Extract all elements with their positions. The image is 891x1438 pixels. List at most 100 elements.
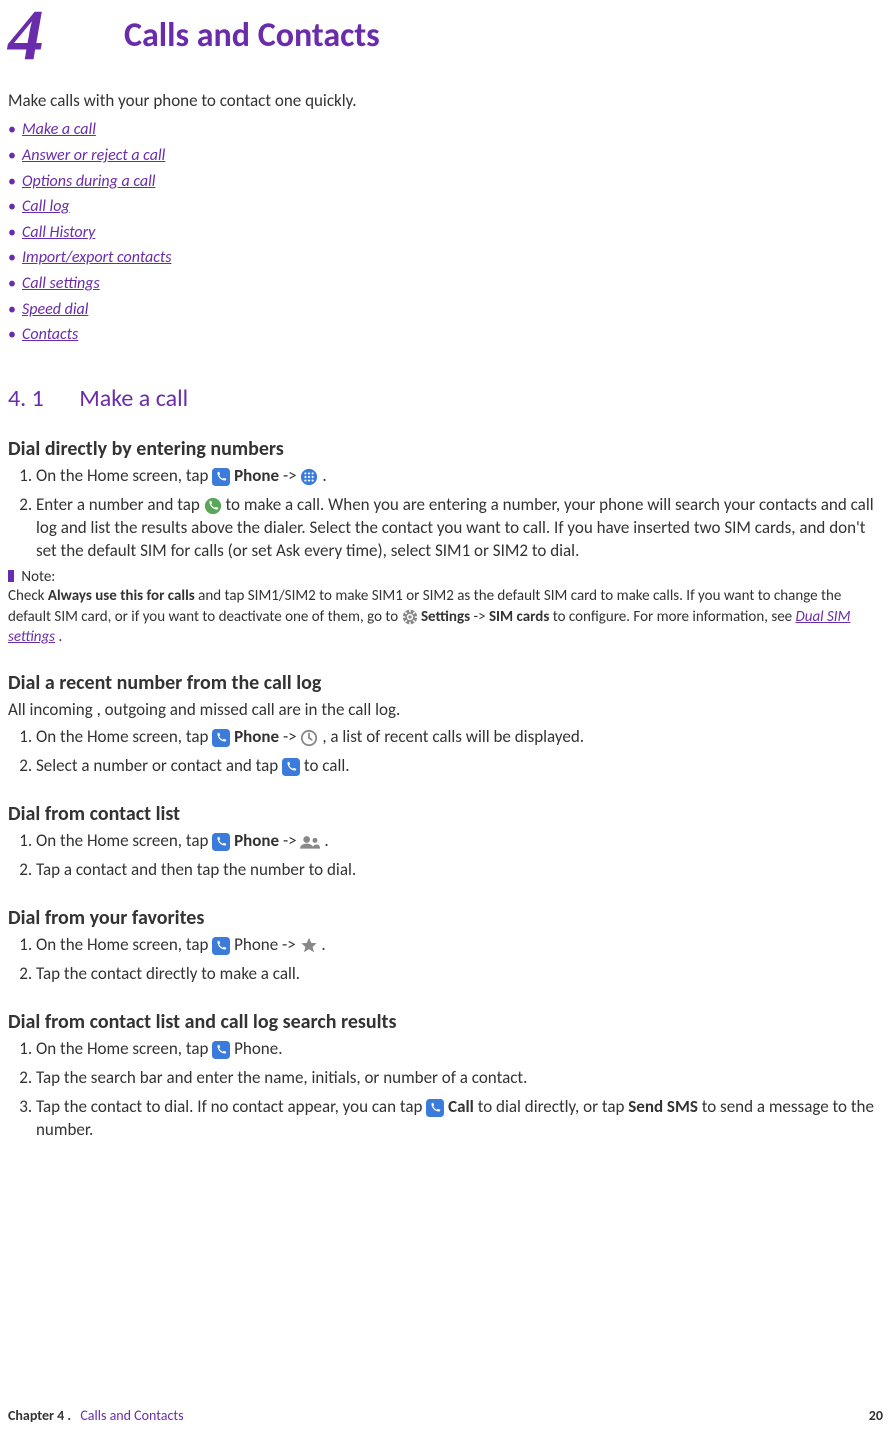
step-text: Enter a number and tap bbox=[36, 494, 204, 515]
steps-list: On the Home screen, tap Phone -> , a lis… bbox=[8, 726, 883, 778]
step-text: to call. bbox=[304, 755, 350, 776]
note-fragment: Check bbox=[8, 587, 48, 605]
sub-heading-contact-list: Dial from contact list bbox=[8, 802, 883, 826]
sub-heading-favorites: Dial from your favorites bbox=[8, 906, 883, 930]
toc-item: Make a call bbox=[8, 117, 883, 143]
toc-link-make-a-call[interactable]: Make a call bbox=[22, 120, 96, 139]
step-item: Tap the contact to dial. If no contact a… bbox=[36, 1096, 883, 1142]
sub-desc: All incoming , outgoing and missed call … bbox=[8, 699, 883, 720]
note-fragment: SIM cards bbox=[489, 608, 549, 626]
note-fragment: to configure. For more information, see bbox=[553, 608, 796, 626]
footer-page-number: 20 bbox=[869, 1407, 883, 1424]
chapter-number: 4 bbox=[8, 10, 44, 60]
toc-item: Speed dial bbox=[8, 297, 883, 323]
step-text: Phone -> bbox=[234, 934, 299, 955]
step-item: Select a number or contact and tap to ca… bbox=[36, 755, 883, 778]
phone-app-icon bbox=[212, 468, 230, 486]
toc-link-import-export[interactable]: Import/export contacts bbox=[22, 248, 171, 267]
step-item: On the Home screen, tap Phone -> . bbox=[36, 465, 883, 488]
contacts-people-icon bbox=[300, 835, 320, 849]
toc-item: Call log bbox=[8, 194, 883, 220]
phone-app-icon bbox=[426, 1099, 444, 1117]
steps-list: On the Home screen, tap Phone. Tap the s… bbox=[8, 1038, 883, 1142]
step-text: On the Home screen, tap bbox=[36, 934, 212, 955]
toc-link-answer-reject[interactable]: Answer or reject a call bbox=[22, 146, 165, 165]
phone-app-icon bbox=[212, 937, 230, 955]
call-circle-icon bbox=[204, 497, 222, 515]
page-footer: Chapter 4 . Calls and Contacts 20 bbox=[8, 1407, 883, 1424]
toc-link-call-log[interactable]: Call log bbox=[22, 197, 70, 216]
phone-handset-icon bbox=[282, 758, 300, 776]
step-text: to dial directly, or tap bbox=[478, 1096, 629, 1117]
step-text: -> bbox=[283, 830, 301, 851]
section-header: 4. 1 Make a call bbox=[8, 384, 883, 413]
step-item: On the Home screen, tap Phone -> . bbox=[36, 934, 883, 957]
step-text: . bbox=[321, 934, 325, 955]
step-text: , a list of recent calls will be display… bbox=[322, 726, 584, 747]
step-item: On the Home screen, tap Phone -> , a lis… bbox=[36, 726, 883, 749]
step-text: On the Home screen, tap bbox=[36, 830, 212, 851]
step-text: . bbox=[324, 830, 328, 851]
step-text: -> bbox=[283, 726, 301, 747]
step-item: Enter a number and tap to make a call. W… bbox=[36, 494, 883, 563]
step-text: Tap the contact to dial. If no contact a… bbox=[36, 1096, 426, 1117]
step-item: Tap a contact and then tap the number to… bbox=[36, 859, 883, 882]
toc-item: Import/export contacts bbox=[8, 245, 883, 271]
step-text: . bbox=[322, 465, 326, 486]
dialpad-icon bbox=[300, 468, 318, 486]
toc-link-call-settings[interactable]: Call settings bbox=[22, 274, 100, 293]
step-text: Phone bbox=[234, 726, 279, 747]
step-item: On the Home screen, tap Phone -> . bbox=[36, 830, 883, 853]
toc-link-options-during-call[interactable]: Options during a call bbox=[22, 172, 155, 191]
steps-list: On the Home screen, tap Phone -> . Tap t… bbox=[8, 934, 883, 986]
footer-chapter: Chapter 4 . bbox=[8, 1407, 71, 1424]
note-fragment: . bbox=[58, 628, 62, 646]
section-title: Make a call bbox=[79, 384, 188, 413]
star-favorite-icon bbox=[300, 937, 318, 955]
toc-item: Call settings bbox=[8, 271, 883, 297]
toc-link-contacts[interactable]: Contacts bbox=[22, 325, 78, 344]
step-text: -> bbox=[283, 465, 301, 486]
toc-link-speed-dial[interactable]: Speed dial bbox=[22, 300, 88, 319]
chapter-title: Calls and Contacts bbox=[124, 15, 380, 56]
toc-link-call-history[interactable]: Call History bbox=[22, 223, 95, 242]
step-text: Phone. bbox=[234, 1038, 282, 1059]
step-text: Phone bbox=[234, 830, 279, 851]
toc-list: Make a call Answer or reject a call Opti… bbox=[8, 117, 883, 347]
toc-item: Call History bbox=[8, 220, 883, 246]
note-text: Check Always use this for calls and tap … bbox=[8, 586, 883, 647]
step-text: On the Home screen, tap bbox=[36, 726, 212, 747]
intro-text: Make calls with your phone to contact on… bbox=[8, 90, 883, 111]
chapter-header: 4 Calls and Contacts bbox=[8, 10, 883, 60]
phone-app-icon bbox=[212, 729, 230, 747]
sub-heading-search-results: Dial from contact list and call log sear… bbox=[8, 1010, 883, 1034]
sub-heading-dial-numbers: Dial directly by entering numbers bbox=[8, 437, 883, 461]
step-text: Call bbox=[448, 1096, 474, 1117]
toc-item: Options during a call bbox=[8, 169, 883, 195]
phone-app-icon bbox=[212, 1041, 230, 1059]
page-content: 4 Calls and Contacts Make calls with you… bbox=[0, 0, 891, 1198]
step-text: Phone bbox=[234, 465, 279, 486]
step-text: Send SMS bbox=[628, 1096, 698, 1117]
toc-item: Contacts bbox=[8, 322, 883, 348]
footer-left: Chapter 4 . Calls and Contacts bbox=[8, 1407, 184, 1424]
sub-heading-recent-number: Dial a recent number from the call log bbox=[8, 671, 883, 695]
steps-list: On the Home screen, tap Phone -> . Tap a… bbox=[8, 830, 883, 882]
step-item: On the Home screen, tap Phone. bbox=[36, 1038, 883, 1061]
step-text: Select a number or contact and tap bbox=[36, 755, 282, 776]
settings-gear-icon bbox=[402, 609, 418, 625]
note-fragment: -> bbox=[473, 608, 488, 626]
phone-app-icon bbox=[212, 833, 230, 851]
step-item: Tap the search bar and enter the name, i… bbox=[36, 1067, 883, 1090]
note-fragment: Always use this for calls bbox=[48, 587, 195, 605]
note-label: Note: bbox=[8, 568, 883, 586]
toc-item: Answer or reject a call bbox=[8, 143, 883, 169]
section-number: 4. 1 bbox=[8, 384, 44, 413]
step-item: Tap the contact directly to make a call. bbox=[36, 963, 883, 986]
clock-recents-icon bbox=[300, 729, 318, 747]
step-text: On the Home screen, tap bbox=[36, 1038, 212, 1059]
step-text: On the Home screen, tap bbox=[36, 465, 212, 486]
footer-title: Calls and Contacts bbox=[80, 1407, 183, 1424]
steps-list: On the Home screen, tap Phone -> . Enter… bbox=[8, 465, 883, 563]
note-fragment: Settings bbox=[421, 608, 470, 626]
